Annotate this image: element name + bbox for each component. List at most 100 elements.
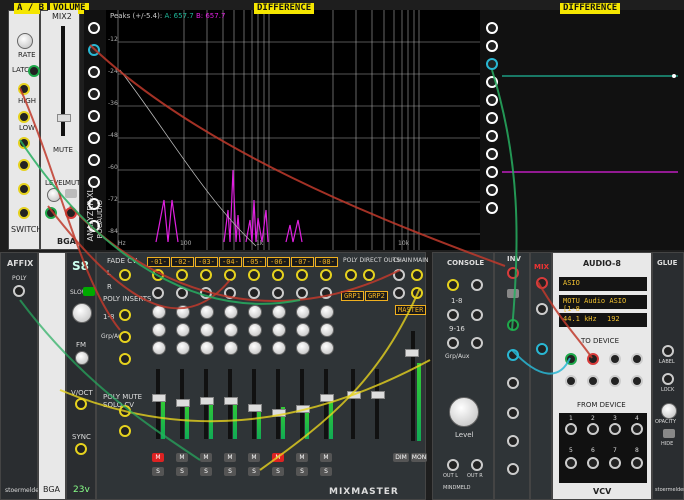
to-device-1[interactable]	[565, 353, 577, 365]
grp2-tag[interactable]: GRP2	[365, 291, 388, 301]
ch1-in-r[interactable]	[152, 287, 164, 299]
latch-jack[interactable]	[28, 65, 40, 77]
s8-fm-knob[interactable]	[75, 351, 89, 365]
ch2-solo-button[interactable]: S	[176, 467, 188, 476]
high-jack[interactable]	[18, 83, 30, 95]
mix-in-1[interactable]	[536, 277, 548, 289]
scope-in-2[interactable]	[486, 40, 498, 52]
inv-d-in[interactable]	[507, 435, 519, 447]
ch5-knob-1[interactable]	[248, 305, 262, 319]
glue-label-jack[interactable]	[662, 345, 674, 357]
console-out-r[interactable]	[471, 459, 483, 471]
ch1-mute-button[interactable]: M	[152, 453, 164, 462]
track-tag-6[interactable]: -06-	[267, 257, 290, 267]
to-device-8[interactable]	[631, 375, 643, 387]
audio8-device-display[interactable]: MOTU Audio ASIO [1-8	[559, 295, 647, 313]
ch5-in-r[interactable]	[248, 287, 260, 299]
analyzer-in-3[interactable]	[88, 66, 100, 78]
ch4-mute-button[interactable]: M	[224, 453, 236, 462]
console-in-6[interactable]	[471, 337, 483, 349]
ch6-in-r[interactable]	[272, 287, 284, 299]
ch4-solo-button[interactable]: S	[224, 467, 236, 476]
fade-cv-jack[interactable]	[119, 269, 131, 281]
to-device-6[interactable]	[587, 375, 599, 387]
s8-freq-knob[interactable]	[72, 303, 92, 323]
ch7-solo-button[interactable]: S	[296, 467, 308, 476]
solo-cv-jack[interactable]	[119, 425, 131, 437]
track-tag-3[interactable]: -03-	[195, 257, 218, 267]
audio8-block-display[interactable]: 192	[603, 313, 647, 327]
inv-c-in[interactable]	[507, 377, 519, 389]
analyzer-xl-display[interactable]: Peaks (+/-5.4): A: 657.7 B: 657.7 Hz 100…	[106, 10, 480, 250]
ch7-fader[interactable]	[296, 405, 310, 413]
mute-button[interactable]	[65, 189, 77, 198]
inv-d-out[interactable]	[507, 463, 519, 475]
master-fader[interactable]	[405, 349, 419, 357]
audio8-driver-display[interactable]: ASIO	[559, 277, 647, 291]
grp1-tag[interactable]: GRP1	[341, 291, 364, 301]
ch3-in-l[interactable]	[200, 269, 212, 281]
direct-out-1[interactable]	[345, 269, 357, 281]
ch6-solo-button[interactable]: S	[272, 467, 284, 476]
track-tag-7[interactable]: -07-	[291, 257, 314, 267]
ch4-in-r[interactable]	[224, 287, 236, 299]
scope-display[interactable]	[502, 10, 682, 250]
ch1-knob-1[interactable]	[152, 305, 166, 319]
inv-c-out[interactable]	[507, 407, 519, 419]
ch7-in-r[interactable]	[296, 287, 308, 299]
track-tag-4[interactable]: -04-	[219, 257, 242, 267]
ch1-knob-2[interactable]	[152, 323, 166, 337]
ch2-mute-button[interactable]: M	[176, 453, 188, 462]
track-tag-8[interactable]: -08-	[315, 257, 338, 267]
inv-b-out[interactable]	[507, 349, 519, 361]
insert-aux-jack[interactable]	[119, 353, 131, 365]
analyzer-in-6[interactable]	[88, 132, 100, 144]
ch2-in-r[interactable]	[176, 287, 188, 299]
ch4-knob-2[interactable]	[224, 323, 238, 337]
console-out-l[interactable]	[447, 459, 459, 471]
ch5-fader[interactable]	[248, 404, 262, 412]
from-device-5[interactable]	[565, 457, 577, 469]
console-in-5[interactable]	[447, 337, 459, 349]
ch5-knob-3[interactable]	[248, 341, 262, 355]
ch6-in-l[interactable]	[272, 269, 284, 281]
ch1-solo-button[interactable]: S	[152, 467, 164, 476]
ch7-knob-3[interactable]	[296, 341, 310, 355]
level-knob[interactable]	[47, 188, 61, 202]
analyzer-in-2[interactable]	[88, 44, 100, 56]
ch2-fader[interactable]	[176, 399, 190, 407]
analyzer-in-5[interactable]	[88, 110, 100, 122]
glue-opacity-knob[interactable]	[661, 403, 677, 419]
ch5-knob-2[interactable]	[248, 323, 262, 337]
ch8-knob-2[interactable]	[320, 323, 334, 337]
ch1-in-l[interactable]	[152, 269, 164, 281]
scope-in-10[interactable]	[486, 184, 498, 196]
track-tag-2[interactable]: -02-	[171, 257, 194, 267]
dim-button[interactable]: DIM	[393, 453, 409, 462]
from-device-3[interactable]	[609, 423, 621, 435]
scope-in-7[interactable]	[486, 130, 498, 142]
ch2-in-l[interactable]	[176, 269, 188, 281]
to-device-7[interactable]	[609, 375, 621, 387]
mix2-fader[interactable]	[57, 114, 71, 122]
scope-in-6[interactable]	[486, 112, 498, 124]
ch6-knob-1[interactable]	[272, 305, 286, 319]
master-tag[interactable]: MASTER	[395, 305, 427, 315]
ch3-mute-button[interactable]: M	[200, 453, 212, 462]
high-jack-2[interactable]	[18, 159, 30, 171]
glue-hide-switch[interactable]	[663, 429, 675, 438]
from-device-8[interactable]	[631, 457, 643, 469]
s8-sync-jack[interactable]	[75, 443, 87, 455]
ch3-fader[interactable]	[200, 397, 214, 405]
analyzer-in-4[interactable]	[88, 88, 100, 100]
chain-r-jack[interactable]	[393, 287, 405, 299]
ch8-solo-button[interactable]: S	[320, 467, 332, 476]
insert-return-jack[interactable]	[119, 331, 131, 343]
ch7-in-l[interactable]	[296, 269, 308, 281]
ch8-in-r[interactable]	[320, 287, 332, 299]
to-device-5[interactable]	[565, 375, 577, 387]
console-in-3[interactable]	[447, 309, 459, 321]
ch4-knob-3[interactable]	[224, 341, 238, 355]
ch7-knob-1[interactable]	[296, 305, 310, 319]
from-device-1[interactable]	[565, 423, 577, 435]
